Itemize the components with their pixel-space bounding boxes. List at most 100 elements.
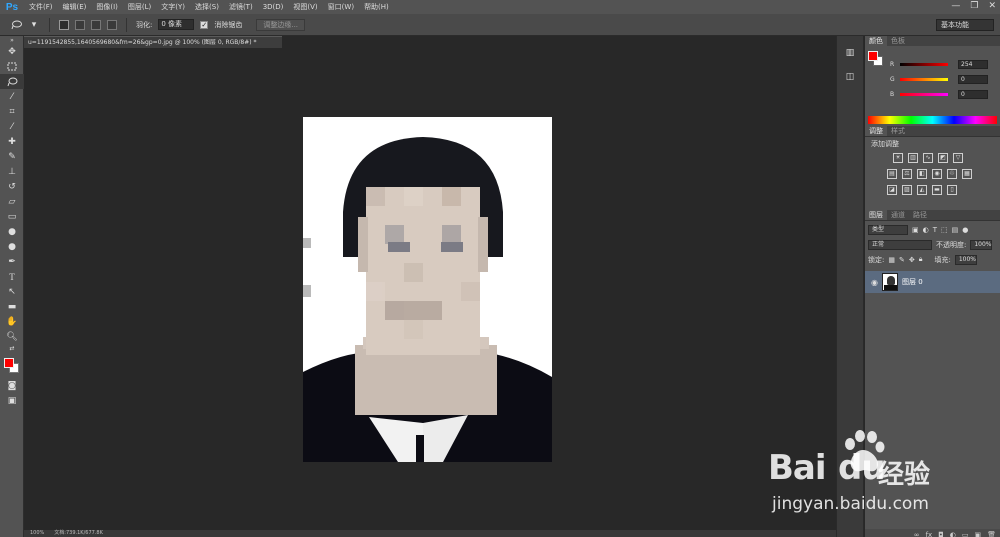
feather-input[interactable]: 0 像素 — [158, 19, 195, 30]
minimize-icon[interactable]: — — [951, 1, 960, 11]
exposure-icon[interactable]: ◩ — [938, 153, 948, 163]
fill-input[interactable]: 100% — [954, 254, 977, 265]
pen-tool-icon[interactable]: ✒ — [0, 254, 24, 269]
document-tab[interactable]: u=1191542855,1640569680&fm=26&gp=0.jpg @… — [24, 36, 282, 48]
color-lookup-icon[interactable]: ▦ — [962, 169, 972, 179]
antialias-checkbox[interactable]: ✓ — [200, 20, 209, 29]
blue-slider[interactable] — [900, 92, 948, 96]
color-spectrum[interactable] — [868, 116, 997, 124]
menu-window[interactable]: 窗口(W) — [323, 0, 359, 14]
menu-help[interactable]: 帮助(H) — [359, 0, 394, 14]
red-slider[interactable] — [900, 62, 948, 66]
tab-layers[interactable]: 图层 — [865, 210, 887, 220]
vibrance-icon[interactable]: ▽ — [953, 153, 963, 163]
marquee-tool-icon[interactable] — [0, 59, 24, 74]
menu-edit[interactable]: 编辑(E) — [58, 0, 92, 14]
screen-mode-icon[interactable]: ▣ — [0, 393, 24, 408]
tab-swatches[interactable]: 色板 — [887, 36, 909, 46]
tab-styles[interactable]: 样式 — [887, 126, 909, 136]
layer-name[interactable]: 图层 0 — [902, 277, 923, 287]
new-adjustment-icon[interactable]: ◐ — [950, 529, 956, 537]
lasso-tool-icon[interactable] — [0, 74, 24, 89]
levels-icon[interactable]: ▥ — [908, 153, 918, 163]
subtract-from-selection-icon[interactable] — [91, 19, 101, 30]
blur-tool-icon[interactable]: ● — [0, 224, 24, 239]
brightness-icon[interactable]: ☀ — [893, 153, 903, 163]
new-layer-icon[interactable]: ▣ — [974, 529, 981, 537]
menu-filter[interactable]: 滤镜(T) — [224, 0, 258, 14]
dodge-tool-icon[interactable]: ● — [0, 239, 24, 254]
gradient-tool-icon[interactable]: ▭ — [0, 209, 24, 224]
layer-row[interactable]: ◉ 图层 0 — [865, 271, 1000, 293]
lock-transparent-icon[interactable]: ▦ — [888, 256, 895, 264]
menu-layer[interactable]: 图层(L) — [123, 0, 156, 14]
tool-preset-chevron-down-icon[interactable]: ▾ — [28, 19, 40, 31]
filter-pixel-icon[interactable]: ▣ — [912, 226, 919, 234]
swap-colors-icon[interactable]: ⇄ — [0, 344, 24, 352]
type-tool-icon[interactable]: T — [0, 269, 24, 284]
filter-toggle-icon[interactable]: ● — [962, 226, 968, 234]
opacity-input[interactable]: 100% — [970, 239, 993, 250]
lock-all-icon[interactable]: 🔒︎ — [919, 255, 923, 264]
zoom-level[interactable]: 100% — [30, 530, 44, 537]
posterize-icon[interactable]: ▨ — [902, 185, 912, 195]
eyedropper-tool-icon[interactable]: ⁄ — [0, 119, 24, 134]
foreground-color-swatch[interactable] — [4, 358, 14, 368]
menu-type[interactable]: 文字(Y) — [156, 0, 190, 14]
red-value-input[interactable]: 254 — [958, 59, 988, 69]
eraser-tool-icon[interactable]: ▱ — [0, 194, 24, 209]
green-slider[interactable] — [900, 77, 948, 81]
gradient-map-icon[interactable]: ▬ — [932, 185, 942, 195]
threshold-icon[interactable]: ◭ — [917, 185, 927, 195]
tab-adjustments[interactable]: 调整 — [865, 126, 887, 136]
photo-filter-icon[interactable]: ◉ — [932, 169, 942, 179]
layer-style-icon[interactable]: fx — [926, 529, 933, 537]
delete-layer-icon[interactable]: 🗑︎ — [987, 529, 996, 537]
move-tool-icon[interactable]: ✥ — [0, 44, 24, 59]
menu-file[interactable]: 文件(F) — [24, 0, 58, 14]
refine-edge-button[interactable]: 调整边缘... — [256, 18, 306, 31]
canvas-image[interactable] — [303, 117, 552, 462]
filter-shape-icon[interactable]: ⬚ — [941, 226, 948, 234]
lasso-icon[interactable] — [10, 19, 22, 31]
menu-3d[interactable]: 3D(D) — [258, 0, 289, 14]
hue-saturation-icon[interactable]: ▤ — [887, 169, 897, 179]
layer-filter-select[interactable]: 类型 — [868, 224, 908, 235]
tab-channels[interactable]: 通道 — [887, 210, 909, 220]
visibility-eye-icon[interactable]: ◉ — [871, 278, 878, 287]
clone-stamp-tool-icon[interactable]: ⊥ — [0, 164, 24, 179]
hand-tool-icon[interactable]: ✋ — [0, 314, 24, 329]
green-value-input[interactable]: 0 — [958, 74, 988, 84]
rectangle-tool-icon[interactable]: ▬ — [0, 299, 24, 314]
menu-select[interactable]: 选择(S) — [190, 0, 224, 14]
restore-icon[interactable]: ❐ — [970, 1, 978, 11]
curves-icon[interactable]: ∿ — [923, 153, 933, 163]
color-balance-icon[interactable]: ⚖ — [902, 169, 912, 179]
link-layers-icon[interactable]: ∞ — [914, 529, 920, 537]
filter-type-icon[interactable]: T — [933, 226, 937, 234]
lock-pixels-icon[interactable]: ✎ — [899, 256, 905, 264]
workspace-select[interactable]: 基本功能 — [936, 19, 994, 31]
quick-mask-icon[interactable]: ◙ — [0, 378, 24, 393]
path-selection-tool-icon[interactable]: ↖ — [0, 284, 24, 299]
properties-panel-icon[interactable]: ◫ — [843, 70, 857, 84]
tab-paths[interactable]: 路径 — [909, 210, 931, 220]
history-brush-tool-icon[interactable]: ↺ — [0, 179, 24, 194]
crop-tool-icon[interactable]: ⌗ — [0, 104, 24, 119]
channel-mixer-icon[interactable]: ♲ — [947, 169, 957, 179]
add-mask-icon[interactable]: ◘ — [938, 529, 944, 537]
healing-brush-tool-icon[interactable]: ✚ — [0, 134, 24, 149]
blend-mode-select[interactable]: 正常 — [868, 239, 932, 250]
close-icon[interactable]: ✕ — [988, 1, 996, 11]
brush-tool-icon[interactable]: ✎ — [0, 149, 24, 164]
lock-position-icon[interactable]: ✥ — [909, 256, 915, 264]
history-panel-icon[interactable]: ▥ — [843, 46, 857, 60]
color-panel-foreground[interactable] — [868, 51, 878, 61]
invert-icon[interactable]: ◪ — [887, 185, 897, 195]
new-selection-icon[interactable] — [59, 19, 69, 30]
new-group-icon[interactable]: ▭ — [962, 529, 969, 537]
menu-view[interactable]: 视图(V) — [288, 0, 322, 14]
tools-collapse-icon[interactable]: » — [0, 36, 24, 44]
menu-image[interactable]: 图像(I) — [91, 0, 123, 14]
zoom-tool-icon[interactable]: 🔍︎ — [0, 329, 24, 344]
